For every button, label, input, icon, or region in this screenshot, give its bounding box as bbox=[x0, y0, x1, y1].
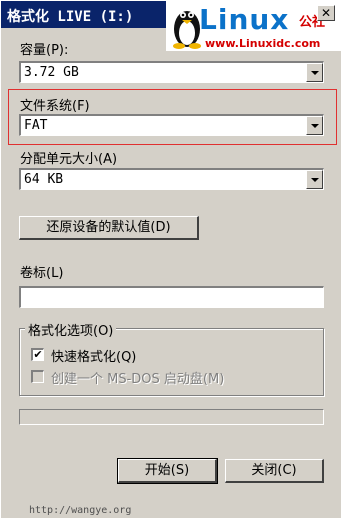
volume-label: 卷标(L) bbox=[20, 266, 64, 281]
start-button-label: 开始(S) bbox=[144, 463, 190, 478]
msdos-startup-label: 创建一个 MS-DOS 启动盘(M) bbox=[51, 372, 225, 387]
format-progress-bar bbox=[19, 409, 324, 425]
filesystem-dropdown[interactable]: FAT bbox=[19, 114, 324, 136]
allocation-label: 分配单元大小(A) bbox=[20, 152, 118, 167]
filesystem-value: FAT bbox=[24, 118, 48, 133]
restore-defaults-button[interactable]: 还原设备的默认值(D) bbox=[19, 216, 199, 240]
format-options-title: 格式化选项(O) bbox=[25, 320, 117, 339]
restore-defaults-label: 还原设备的默认值(D) bbox=[46, 220, 171, 235]
chevron-down-icon[interactable] bbox=[306, 170, 323, 189]
watermark-text: http://wangye.org bbox=[29, 505, 132, 516]
quick-format-label[interactable]: 快速格式化(Q) bbox=[51, 346, 136, 365]
close-button-label: 关闭(C) bbox=[251, 463, 297, 478]
start-button[interactable]: 开始(S) bbox=[117, 458, 218, 484]
volume-label-input[interactable] bbox=[19, 286, 324, 308]
format-dialog: 格式化 LIVE (I:) Linux 公社 www.Linuxidc.com … bbox=[0, 0, 342, 519]
window-title: 格式化 LIVE (I:) bbox=[7, 9, 134, 25]
filesystem-label: 文件系统(F) bbox=[20, 99, 90, 114]
allocation-value: 64 KB bbox=[24, 172, 64, 187]
capacity-value: 3.72 GB bbox=[24, 65, 79, 80]
check-icon: ✔ bbox=[33, 348, 43, 361]
capacity-dropdown[interactable]: 3.72 GB bbox=[19, 61, 324, 83]
close-window-button[interactable]: ✕ bbox=[317, 5, 335, 21]
chevron-down-icon[interactable] bbox=[306, 63, 323, 82]
logo-url-text: www.Linuxidc.com bbox=[205, 37, 321, 50]
chevron-down-icon[interactable] bbox=[306, 116, 323, 135]
allocation-dropdown[interactable]: 64 KB bbox=[19, 168, 324, 190]
logo-wordmark: Linux bbox=[199, 3, 290, 36]
quick-format-checkbox[interactable]: ✔ bbox=[31, 348, 44, 361]
msdos-startup-checkbox bbox=[31, 370, 44, 383]
capacity-label: 容量(P): bbox=[20, 43, 69, 58]
close-button[interactable]: 关闭(C) bbox=[225, 459, 324, 483]
close-icon: ✕ bbox=[320, 6, 332, 20]
